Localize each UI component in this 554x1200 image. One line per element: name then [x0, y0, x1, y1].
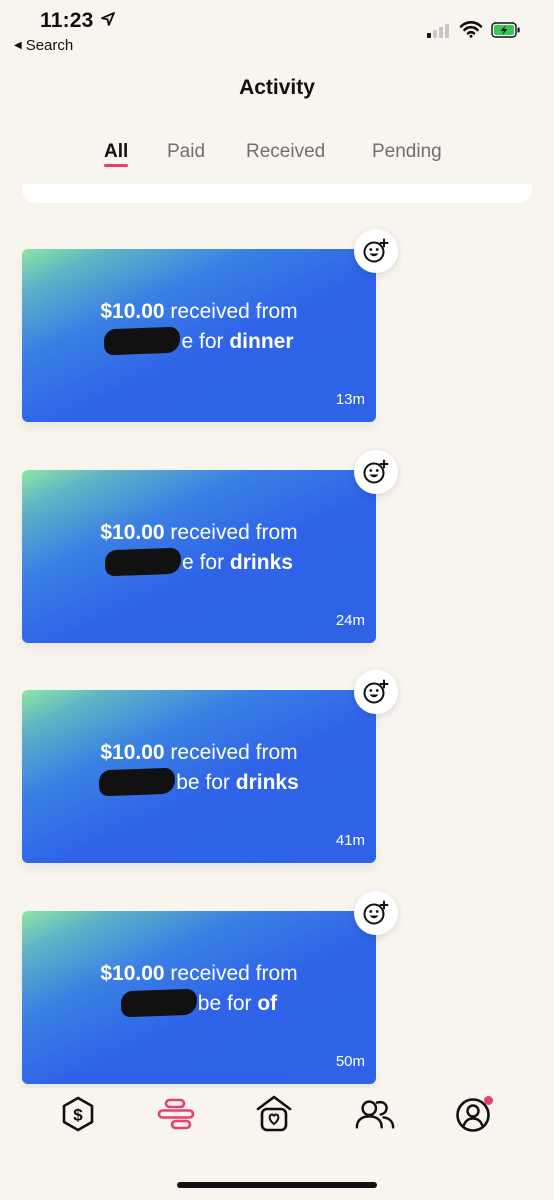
wifi-icon — [459, 21, 483, 38]
activity-description: $10.00 received from e for drinks — [22, 518, 376, 578]
activity-verb: received from — [170, 962, 298, 985]
active-tab-underline — [104, 164, 128, 167]
activity-time: 50m — [335, 1053, 365, 1070]
activity-bars-icon — [157, 1098, 195, 1130]
redacted-name — [104, 547, 182, 577]
page-title: Activity — [239, 76, 315, 99]
activity-name-suffix: be — [197, 992, 222, 1015]
activity-description: $10.00 received from be for drinks — [22, 738, 376, 798]
tab-received[interactable]: Received — [246, 141, 325, 163]
add-reaction-button[interactable] — [354, 891, 398, 935]
tab-all[interactable]: All — [104, 141, 128, 163]
activity-time: 13m — [335, 391, 365, 408]
notification-dot — [484, 1096, 493, 1105]
smiley-plus-icon — [363, 238, 389, 263]
nav-home-button[interactable] — [254, 1094, 294, 1134]
activity-name-suffix: e — [181, 330, 194, 353]
redacted-name — [104, 326, 181, 356]
activity-tabs: All Paid Received Pending — [0, 139, 554, 179]
house-heart-icon — [256, 1095, 292, 1132]
activity-description: $10.00 received from be for of — [22, 959, 376, 1019]
activity-amount: $10.00 — [100, 962, 165, 985]
svg-text:$: $ — [73, 1106, 83, 1125]
activity-for-word: for — [227, 992, 252, 1015]
location-arrow-icon — [101, 12, 115, 26]
back-triangle-icon: ◀ — [14, 40, 22, 51]
activity-name-suffix: be — [176, 771, 200, 794]
activity-verb: received from — [170, 521, 298, 544]
redacted-name — [120, 988, 198, 1018]
nav-pay-button[interactable]: $ — [58, 1094, 98, 1134]
back-link-label: Search — [25, 37, 74, 54]
tab-paid[interactable]: Paid — [167, 141, 205, 163]
signal-icon — [427, 22, 451, 38]
dollar-badge-icon: $ — [62, 1096, 94, 1132]
activity-card[interactable]: $10.00 received from e for drinks 24m — [22, 470, 376, 643]
friends-icon — [355, 1100, 395, 1129]
home-indicator — [177, 1182, 377, 1188]
activity-note: of — [257, 992, 278, 1015]
activity-note: drinks — [235, 771, 299, 794]
nav-friends-button[interactable] — [355, 1094, 395, 1134]
status-time: 11:23 — [40, 9, 94, 32]
activity-card[interactable]: $10.00 received from be for drinks 41m — [22, 690, 376, 863]
activity-card[interactable]: $10.00 received from e for dinner 13m — [22, 249, 376, 422]
redacted-name — [98, 767, 176, 797]
add-reaction-button[interactable] — [354, 229, 398, 273]
activity-time: 24m — [335, 612, 365, 629]
activity-for-word: for — [199, 551, 225, 574]
back-to-search-link[interactable]: ◀ Search — [14, 37, 73, 54]
activity-name-suffix: e — [182, 551, 194, 574]
activity-amount: $10.00 — [100, 300, 165, 323]
activity-note: dinner — [229, 330, 294, 353]
activity-for-word: for — [199, 330, 224, 353]
activity-description: $10.00 received from e for dinner — [22, 297, 376, 357]
add-reaction-button[interactable] — [354, 670, 398, 714]
tab-pending[interactable]: Pending — [372, 141, 442, 163]
nav-profile-button[interactable] — [454, 1094, 494, 1134]
bottom-nav-bar: $ — [0, 1088, 554, 1148]
status-bar: 11:23 ◀ Search — [0, 0, 554, 60]
smiley-plus-icon — [363, 459, 389, 484]
activity-amount: $10.00 — [100, 741, 165, 764]
filter-panel-edge — [22, 184, 532, 203]
smiley-plus-icon — [363, 900, 389, 925]
nav-activity-button[interactable] — [156, 1094, 196, 1134]
activity-amount: $10.00 — [100, 521, 165, 544]
activity-card[interactable]: $10.00 received from be for of 50m — [22, 911, 376, 1084]
battery-charging-icon — [491, 22, 520, 38]
activity-for-word: for — [205, 771, 230, 794]
smiley-plus-icon — [363, 679, 389, 704]
activity-time: 41m — [335, 832, 365, 849]
activity-note: drinks — [229, 551, 293, 574]
activity-verb: received from — [170, 741, 298, 764]
add-reaction-button[interactable] — [354, 450, 398, 494]
activity-verb: received from — [170, 300, 298, 323]
